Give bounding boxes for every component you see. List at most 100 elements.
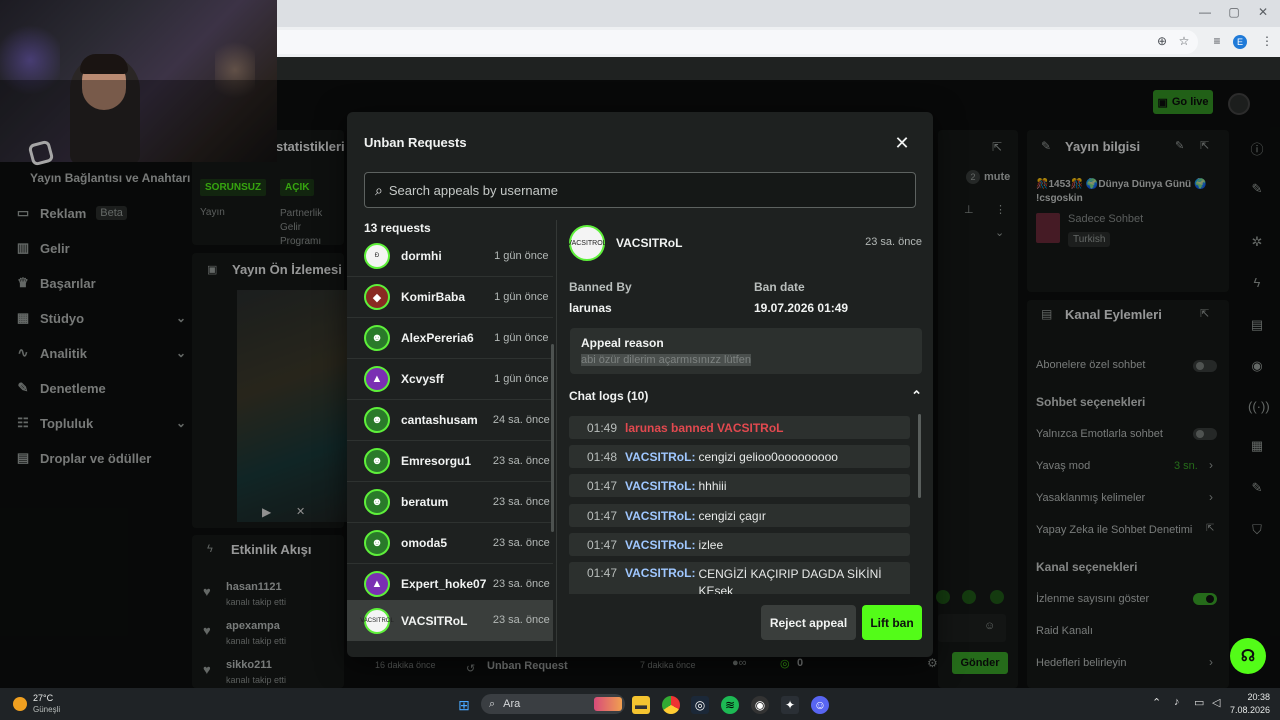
list-item[interactable]: ◆ KomirBaba 1 gün önce	[347, 277, 553, 318]
list-item[interactable]: ☻ omoda5 23 sa. önce	[347, 523, 553, 564]
browser-menu-icon[interactable]: ⋮	[1258, 34, 1276, 48]
search-box[interactable]: ⌕	[364, 172, 916, 208]
close-icon[interactable]: ✕	[888, 132, 916, 156]
minimize-icon[interactable]: —	[1196, 5, 1214, 19]
list-scrollbar[interactable]	[551, 344, 554, 532]
network-icon[interactable]: ▭	[1194, 696, 1204, 709]
avatar: ☻	[364, 530, 390, 556]
search-input[interactable]	[388, 182, 889, 198]
chat-log-text: hhhiii	[698, 478, 727, 493]
chat-logs-header[interactable]: Chat logs (10) ⌃	[569, 388, 922, 404]
banned-by-value: larunas	[569, 301, 612, 315]
spotify-icon[interactable]: ≋	[721, 696, 739, 714]
reject-appeal-button[interactable]: Reject appeal	[761, 605, 856, 640]
modal-title: Unban Requests	[364, 135, 467, 150]
avatar: ▲	[364, 366, 390, 392]
request-time: 23 sa. önce	[492, 536, 550, 549]
avatar: ☻	[364, 407, 390, 433]
bookmark-star-icon[interactable]: ☆	[1175, 34, 1193, 48]
media-queue-icon[interactable]: ≡	[1208, 34, 1226, 48]
list-item-selected[interactable]: VACSITROL VACSITRoL 23 sa. önce	[347, 600, 553, 641]
avatar: ▲	[364, 571, 390, 597]
ban-date-label: Ban date	[754, 280, 805, 294]
weather-temp[interactable]: 27°C	[33, 693, 53, 703]
chevron-up-icon[interactable]: ⌃	[911, 388, 922, 404]
list-item[interactable]: ☻ Emresorgu1 23 sa. önce	[347, 441, 553, 482]
request-username: Expert_hoke07	[401, 577, 487, 591]
request-time: 23 sa. önce	[492, 454, 550, 467]
close-window-icon[interactable]: ✕	[1254, 5, 1272, 19]
chat-log-time: 01:49	[587, 420, 618, 435]
request-username: cantashusam	[401, 413, 478, 427]
request-username: Emresorgu1	[401, 454, 472, 468]
chat-log-time: 01:47	[587, 537, 618, 552]
list-item[interactable]: ▲ Expert_hoke07 23 sa. önce	[347, 564, 553, 605]
list-item[interactable]: Ðdormhi 1 gün önce	[347, 236, 553, 277]
webcam-person-hair	[80, 54, 128, 74]
request-username: Xcvysff	[401, 372, 444, 386]
request-username: AlexPereria6	[401, 331, 474, 345]
panel-divider	[556, 220, 557, 657]
request-time: 1 gün önce	[494, 372, 549, 385]
chat-log-text: izlee	[698, 537, 724, 552]
microphone-icon[interactable]: ♪	[1174, 696, 1180, 708]
sun-weather-icon[interactable]	[13, 697, 27, 711]
chat-log-text: larunas banned VACSITRoL	[625, 420, 784, 435]
appeal-reason-label: Appeal reason	[581, 336, 664, 350]
search-icon: ⌕	[375, 181, 383, 198]
restore-icon[interactable]: ▢	[1225, 5, 1243, 19]
avatar: VACSITROL	[360, 607, 394, 634]
request-time: 1 gün önce	[494, 290, 549, 303]
chat-log-time: 01:48	[587, 449, 618, 464]
request-username: dormhi	[401, 249, 442, 263]
request-time: 24 sa. önce	[492, 413, 550, 426]
request-time: 23 sa. önce	[492, 577, 550, 590]
banned-by-label: Banned By	[569, 280, 632, 294]
request-username: omoda5	[401, 536, 448, 550]
windows-start-icon[interactable]: ⊞	[455, 696, 473, 714]
lift-ban-button[interactable]: Lift ban	[862, 605, 922, 640]
request-list: Ðdormhi 1 gün önce ◆ KomirBaba 1 gün önce ☻…	[347, 236, 555, 641]
obs-icon[interactable]: ◉	[751, 696, 769, 714]
chat-log-text: cengizi çagır	[698, 508, 766, 523]
request-time: 1 gün önce	[494, 331, 549, 344]
zoom-icon[interactable]: ⊕	[1153, 34, 1171, 48]
headset-icon: ☊	[1240, 648, 1256, 665]
discord-icon[interactable]: ☺	[811, 696, 829, 714]
avatar: ☻	[364, 325, 390, 351]
backdrop-spacer	[1153, 90, 1213, 114]
chat-log-scrollbar[interactable]	[918, 414, 921, 498]
chat-log-user: VACSITRoL:	[625, 508, 696, 523]
chat-log-text: CENGİZİ KAÇIRIP DAGDA SİKİNİ KEsek	[698, 567, 882, 594]
profile-avatar-icon[interactable]: E	[1233, 35, 1247, 49]
volume-icon[interactable]: ◁	[1212, 696, 1220, 709]
list-item[interactable]: ☻ AlexPereria6 1 gün önce	[347, 318, 553, 359]
chevron-up-icon[interactable]: ⌃	[1152, 696, 1161, 709]
chat-log-time: 01:47	[587, 478, 618, 493]
chat-log-list: 01:49 larunas banned VACSITRoL 01:48 VACSI…	[569, 414, 921, 594]
request-username: VACSITRoL	[401, 613, 468, 628]
help-chat-button[interactable]: ☊	[1230, 638, 1266, 674]
file-explorer-icon[interactable]: ▬	[632, 696, 650, 714]
chat-log-user: VACSITRoL:	[625, 566, 696, 580]
detail-username: VACSITRoL	[616, 236, 683, 250]
request-username: beratum	[401, 495, 449, 509]
chat-log-row: 01:47 VACSITRoL: hhhiii	[569, 474, 910, 497]
weather-desc: Güneşli	[33, 705, 61, 714]
detail-time: 23 sa. önce	[865, 236, 922, 248]
list-item[interactable]: ▲ Xcvysff 1 gün önce	[347, 359, 553, 400]
chrome-icon[interactable]	[662, 696, 680, 714]
ban-date-value: 19.07.2026 01:49	[754, 301, 849, 315]
chat-log-user: VACSITRoL:	[625, 449, 696, 464]
steam-icon[interactable]: ◎	[691, 696, 709, 714]
request-time: 1 gün önce	[494, 249, 549, 262]
clock-time[interactable]: 20:38	[1240, 692, 1270, 702]
address-bar[interactable]	[150, 30, 1198, 54]
chat-log-row: 01:48 VACSITRoL: cengizi gelioo0ooooooooo	[569, 445, 910, 468]
list-item[interactable]: ☻ cantashusam 24 sa. önce	[347, 400, 553, 441]
avatar: Ð	[364, 243, 390, 269]
request-username: KomirBaba	[401, 290, 466, 304]
app-icon[interactable]: ✦	[781, 696, 799, 714]
avatar: ◆	[364, 284, 390, 310]
list-item[interactable]: ☻ beratum 23 sa. önce	[347, 482, 553, 523]
